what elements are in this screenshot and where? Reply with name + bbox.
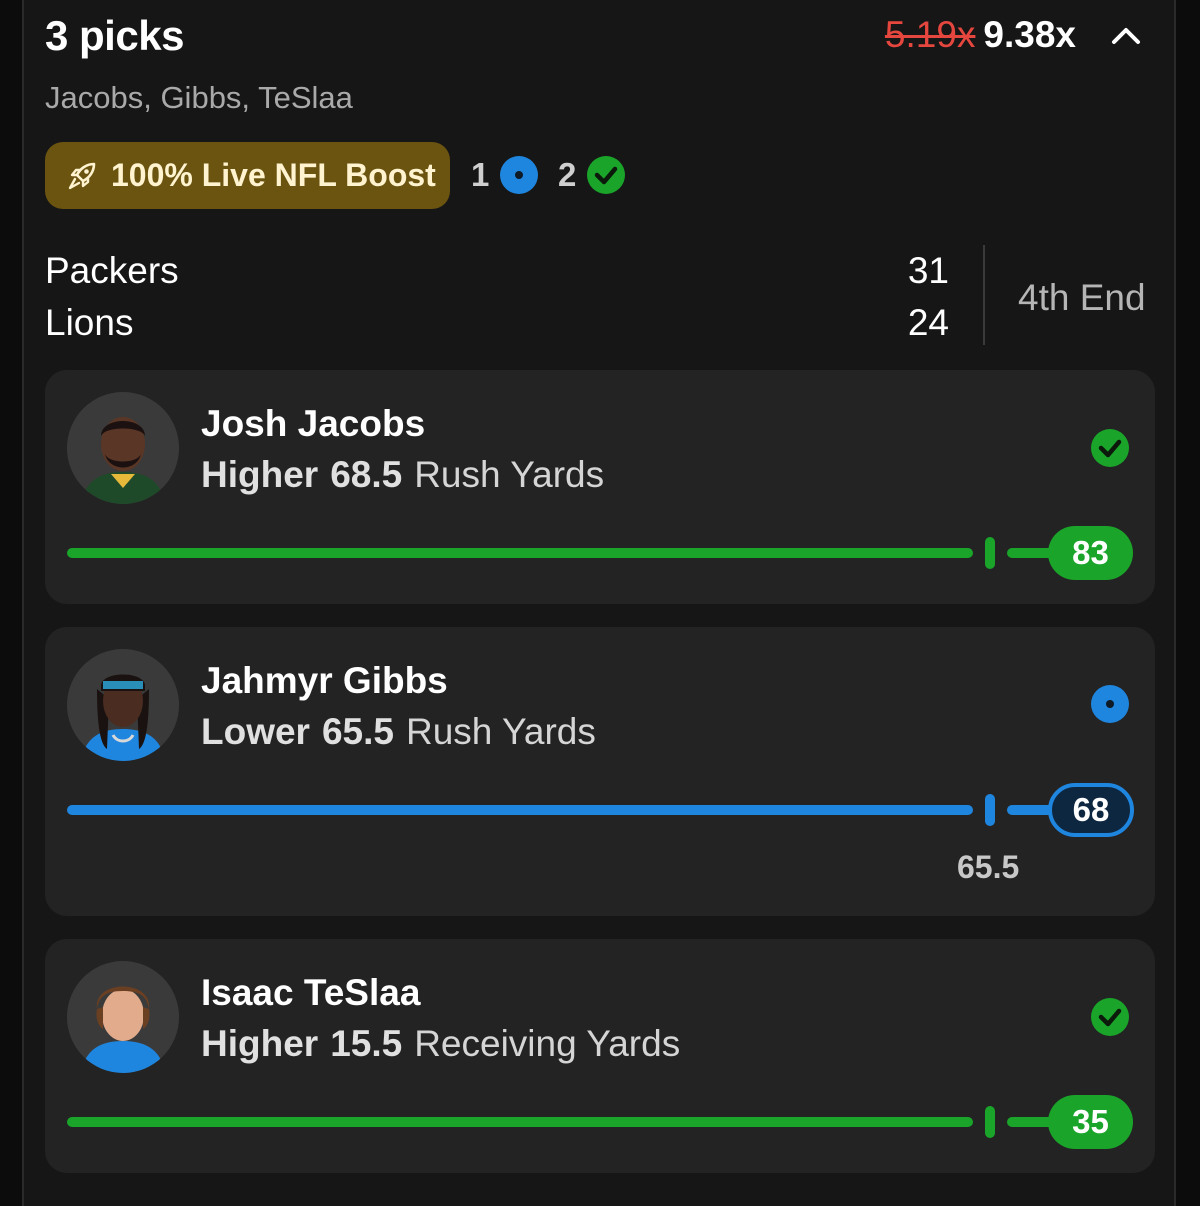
check-circle-icon — [1091, 429, 1129, 467]
player-name: Isaac TeSlaa — [201, 972, 421, 1013]
live-count: 1 — [471, 155, 539, 195]
chevron-up-icon[interactable] — [1108, 18, 1144, 54]
progress-bar — [67, 1117, 973, 1127]
pick-card[interactable]: Jahmyr Gibbs Lower 65.5 Rush Yards 68 65… — [45, 627, 1155, 916]
player-avatar — [67, 392, 179, 504]
progress-bar — [67, 805, 973, 815]
pick-line: Higher 15.5 Receiving Yards — [201, 1023, 680, 1065]
check-circle-icon — [1091, 998, 1129, 1036]
pick-card[interactable]: Josh Jacobs Higher 68.5 Rush Yards 83 — [45, 370, 1155, 604]
player-avatar — [67, 649, 179, 761]
team-score: 31 — [907, 250, 949, 291]
current-stat-badge: 35 — [1048, 1095, 1133, 1149]
pick-card[interactable]: Isaac TeSlaa Higher 15.5 Receiving Yards… — [45, 939, 1155, 1173]
team-name: Lions — [45, 302, 134, 343]
pick-line: Lower 65.5 Rush Yards — [201, 711, 596, 753]
pick-line-value: 65.5 — [321, 711, 394, 752]
player-avatar — [67, 961, 179, 1073]
game-period: 4th End — [1018, 277, 1146, 318]
player-name: Josh Jacobs — [201, 403, 426, 444]
pick-line: Higher 68.5 Rush Yards — [201, 454, 604, 496]
progress-bar — [67, 548, 973, 558]
entry-title: 3 picks — [45, 12, 184, 59]
current-stat-badge: 83 — [1048, 526, 1133, 580]
rocket-icon — [68, 162, 96, 189]
won-count: 2 — [558, 155, 626, 195]
boost-label: 100% Live NFL Boost — [111, 157, 436, 193]
line-marker — [985, 1106, 995, 1138]
line-marker — [985, 537, 995, 569]
entry-players-summary: Jacobs, Gibbs, TeSlaa — [45, 80, 353, 115]
boost-badge[interactable]: 100% Live NFL Boost — [45, 142, 450, 209]
pick-line-value: 68.5 — [330, 454, 403, 495]
pick-stat: Rush Yards — [405, 711, 596, 752]
team-score: 24 — [907, 302, 949, 343]
pick-direction: Lower — [201, 711, 310, 752]
divider — [983, 245, 985, 345]
pick-line-value: 15.5 — [330, 1023, 403, 1064]
current-stat-badge: 68 — [1048, 783, 1134, 837]
live-count-value: 1 — [471, 156, 490, 193]
live-dot-icon — [1091, 685, 1129, 723]
pick-stat: Receiving Yards — [414, 1023, 681, 1064]
line-marker — [985, 794, 995, 826]
original-multiplier: 5.19x — [884, 14, 976, 55]
pick-stat: Rush Yards — [414, 454, 605, 495]
team-name: Packers — [45, 250, 179, 291]
live-dot-icon — [500, 156, 539, 194]
line-marker-label: 65.5 — [957, 849, 1020, 885]
payout-multiplier: 5.19x 9.38x — [885, 14, 1076, 56]
player-name: Jahmyr Gibbs — [201, 660, 448, 701]
check-circle-icon — [587, 156, 626, 194]
boosted-multiplier: 9.38x — [983, 14, 1076, 55]
pick-direction: Higher — [201, 454, 319, 495]
won-count-value: 2 — [558, 156, 577, 193]
pick-direction: Higher — [201, 1023, 319, 1064]
